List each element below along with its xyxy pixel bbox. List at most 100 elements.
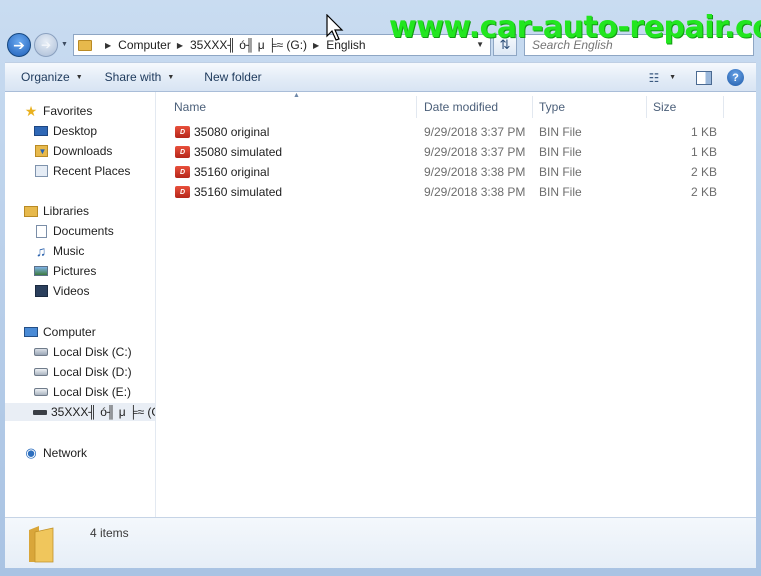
- usb-drive-icon: [33, 405, 47, 419]
- nav-item-label: Desktop: [53, 124, 98, 138]
- file-date: 9/29/2018 3:38 PM: [424, 185, 526, 199]
- file-type: BIN File: [539, 125, 582, 139]
- file-list-pane: ▲ Name Date modified Type Size D 35080 o…: [157, 92, 756, 517]
- nav-item-local-disk-d[interactable]: Local Disk (D:): [33, 363, 132, 381]
- file-name: 35160 original: [194, 165, 270, 179]
- toolbar-right-group: ☷ ▼ ?: [645, 69, 744, 86]
- file-name: 35080 simulated: [194, 145, 283, 159]
- share-with-label: Share with: [104, 70, 162, 84]
- chevron-right-icon: ▶: [176, 40, 183, 50]
- bin-file-icon: D: [175, 186, 190, 198]
- file-size: 1 KB: [690, 145, 717, 159]
- file-date: 9/29/2018 3:38 PM: [424, 165, 526, 179]
- file-row[interactable]: D 35160 simulated 9/29/2018 3:38 PM BIN …: [157, 182, 756, 202]
- nav-item-label: Recent Places: [53, 164, 131, 178]
- chevron-right-icon: ▶: [105, 40, 112, 50]
- nav-item-music[interactable]: ♫ Music: [33, 242, 85, 260]
- file-name: 35080 original: [194, 125, 270, 139]
- view-options-icon[interactable]: ☷: [645, 71, 663, 85]
- file-type: BIN File: [539, 165, 582, 179]
- nav-item-downloads[interactable]: ▼ Downloads: [33, 142, 112, 160]
- file-size: 2 KB: [690, 185, 717, 199]
- file-date: 9/29/2018 3:37 PM: [424, 125, 526, 139]
- column-divider[interactable]: [532, 96, 533, 118]
- network-icon: ◉: [25, 445, 37, 460]
- chevron-right-icon: ▶: [313, 40, 320, 50]
- nav-computer-label: Computer: [43, 325, 96, 339]
- desktop-icon: [33, 124, 49, 138]
- folder-icon: [78, 39, 92, 51]
- command-toolbar: Organize ▼ Share with ▼ New folder ☷ ▼ ?: [5, 62, 756, 92]
- downloads-icon: ▼: [33, 144, 49, 158]
- bin-file-icon: D: [175, 166, 190, 178]
- column-header-type[interactable]: Type: [539, 96, 565, 118]
- organize-menu[interactable]: Organize ▼: [21, 70, 83, 84]
- nav-item-label: Local Disk (E:): [53, 385, 132, 399]
- nav-item-label: Local Disk (C:): [53, 345, 132, 359]
- item-count: 4 items: [90, 526, 129, 540]
- organize-label: Organize: [21, 70, 70, 84]
- forward-arrow-icon: ➔: [40, 38, 52, 52]
- navigation-pane: ★ Favorites Desktop ▼ Downloads Recent P…: [5, 92, 156, 517]
- new-folder-button[interactable]: New folder: [204, 70, 261, 84]
- star-icon: ★: [24, 102, 38, 119]
- chevron-down-icon: ▼: [75, 73, 83, 81]
- nav-item-desktop[interactable]: Desktop: [33, 122, 97, 140]
- file-type: BIN File: [539, 145, 582, 159]
- nav-item-label: Music: [53, 244, 85, 258]
- nav-item-videos[interactable]: Videos: [33, 282, 89, 300]
- chevron-down-icon: ▼: [167, 73, 175, 81]
- recent-pages-dropdown[interactable]: ▼: [61, 41, 68, 48]
- folder-icon: [29, 526, 54, 563]
- nav-item-pictures[interactable]: Pictures: [33, 262, 96, 280]
- videos-icon: [33, 284, 49, 298]
- column-header-date[interactable]: Date modified: [424, 96, 498, 118]
- bin-file-icon: D: [175, 146, 190, 158]
- sort-ascending-icon: ▲: [293, 92, 300, 99]
- computer-icon: [23, 325, 39, 339]
- back-button[interactable]: ➔: [7, 33, 31, 57]
- nav-item-local-disk-e[interactable]: Local Disk (E:): [33, 383, 131, 401]
- nav-network-label: Network: [43, 446, 88, 460]
- column-divider[interactable]: [646, 96, 647, 118]
- nav-item-local-disk-c[interactable]: Local Disk (C:): [33, 343, 132, 361]
- nav-item-label: Videos: [53, 284, 90, 298]
- column-divider[interactable]: [416, 96, 417, 118]
- nav-item-label: Downloads: [53, 144, 113, 158]
- preview-pane-icon[interactable]: [696, 70, 712, 85]
- breadcrumb-drive[interactable]: 35XXX╢ ó╢ μ ╞≈ (G:): [190, 38, 307, 52]
- column-header-size[interactable]: Size: [653, 96, 676, 118]
- breadcrumb-computer[interactable]: Computer: [118, 38, 171, 52]
- drive-icon: [33, 385, 49, 399]
- nav-item-drive-g[interactable]: 35XXX╢ ó╢ μ ╞≈ (G:): [5, 403, 155, 421]
- file-type: BIN File: [539, 185, 582, 199]
- nav-favorites[interactable]: ★ Favorites: [23, 102, 93, 120]
- file-row[interactable]: D 35080 simulated 9/29/2018 3:37 PM BIN …: [157, 142, 756, 162]
- music-icon: ♫: [35, 243, 47, 259]
- chevron-down-icon[interactable]: ▼: [669, 74, 676, 81]
- nav-network[interactable]: ◉ Network: [23, 444, 87, 462]
- nav-libraries[interactable]: Libraries: [23, 202, 89, 220]
- nav-item-label: Pictures: [53, 264, 97, 278]
- mouse-cursor-icon: [326, 14, 344, 41]
- pictures-icon: [33, 264, 49, 278]
- file-row[interactable]: D 35080 original 9/29/2018 3:37 PM BIN F…: [157, 122, 756, 142]
- file-name: 35160 simulated: [194, 185, 283, 199]
- content-area: ★ Favorites Desktop ▼ Downloads Recent P…: [5, 92, 756, 517]
- file-row[interactable]: D 35160 original 9/29/2018 3:38 PM BIN F…: [157, 162, 756, 182]
- new-folder-label: New folder: [204, 70, 262, 84]
- forward-button[interactable]: ➔: [34, 33, 58, 57]
- drive-icon: [33, 365, 49, 379]
- recent-places-icon: [33, 164, 49, 178]
- column-header-name[interactable]: Name: [174, 96, 206, 118]
- nav-computer[interactable]: Computer: [23, 323, 96, 341]
- share-with-menu[interactable]: Share with ▼: [105, 70, 175, 84]
- status-bar: 4 items: [5, 517, 756, 568]
- nav-item-recent-places[interactable]: Recent Places: [33, 162, 130, 180]
- help-icon[interactable]: ?: [727, 69, 744, 86]
- nav-item-label: 35XXX╢ ó╢ μ ╞≈ (G:): [51, 405, 155, 419]
- column-divider[interactable]: [723, 96, 724, 118]
- nav-item-documents[interactable]: Documents: [33, 222, 114, 240]
- file-size: 2 KB: [690, 165, 717, 179]
- back-arrow-icon: ➔: [13, 36, 25, 53]
